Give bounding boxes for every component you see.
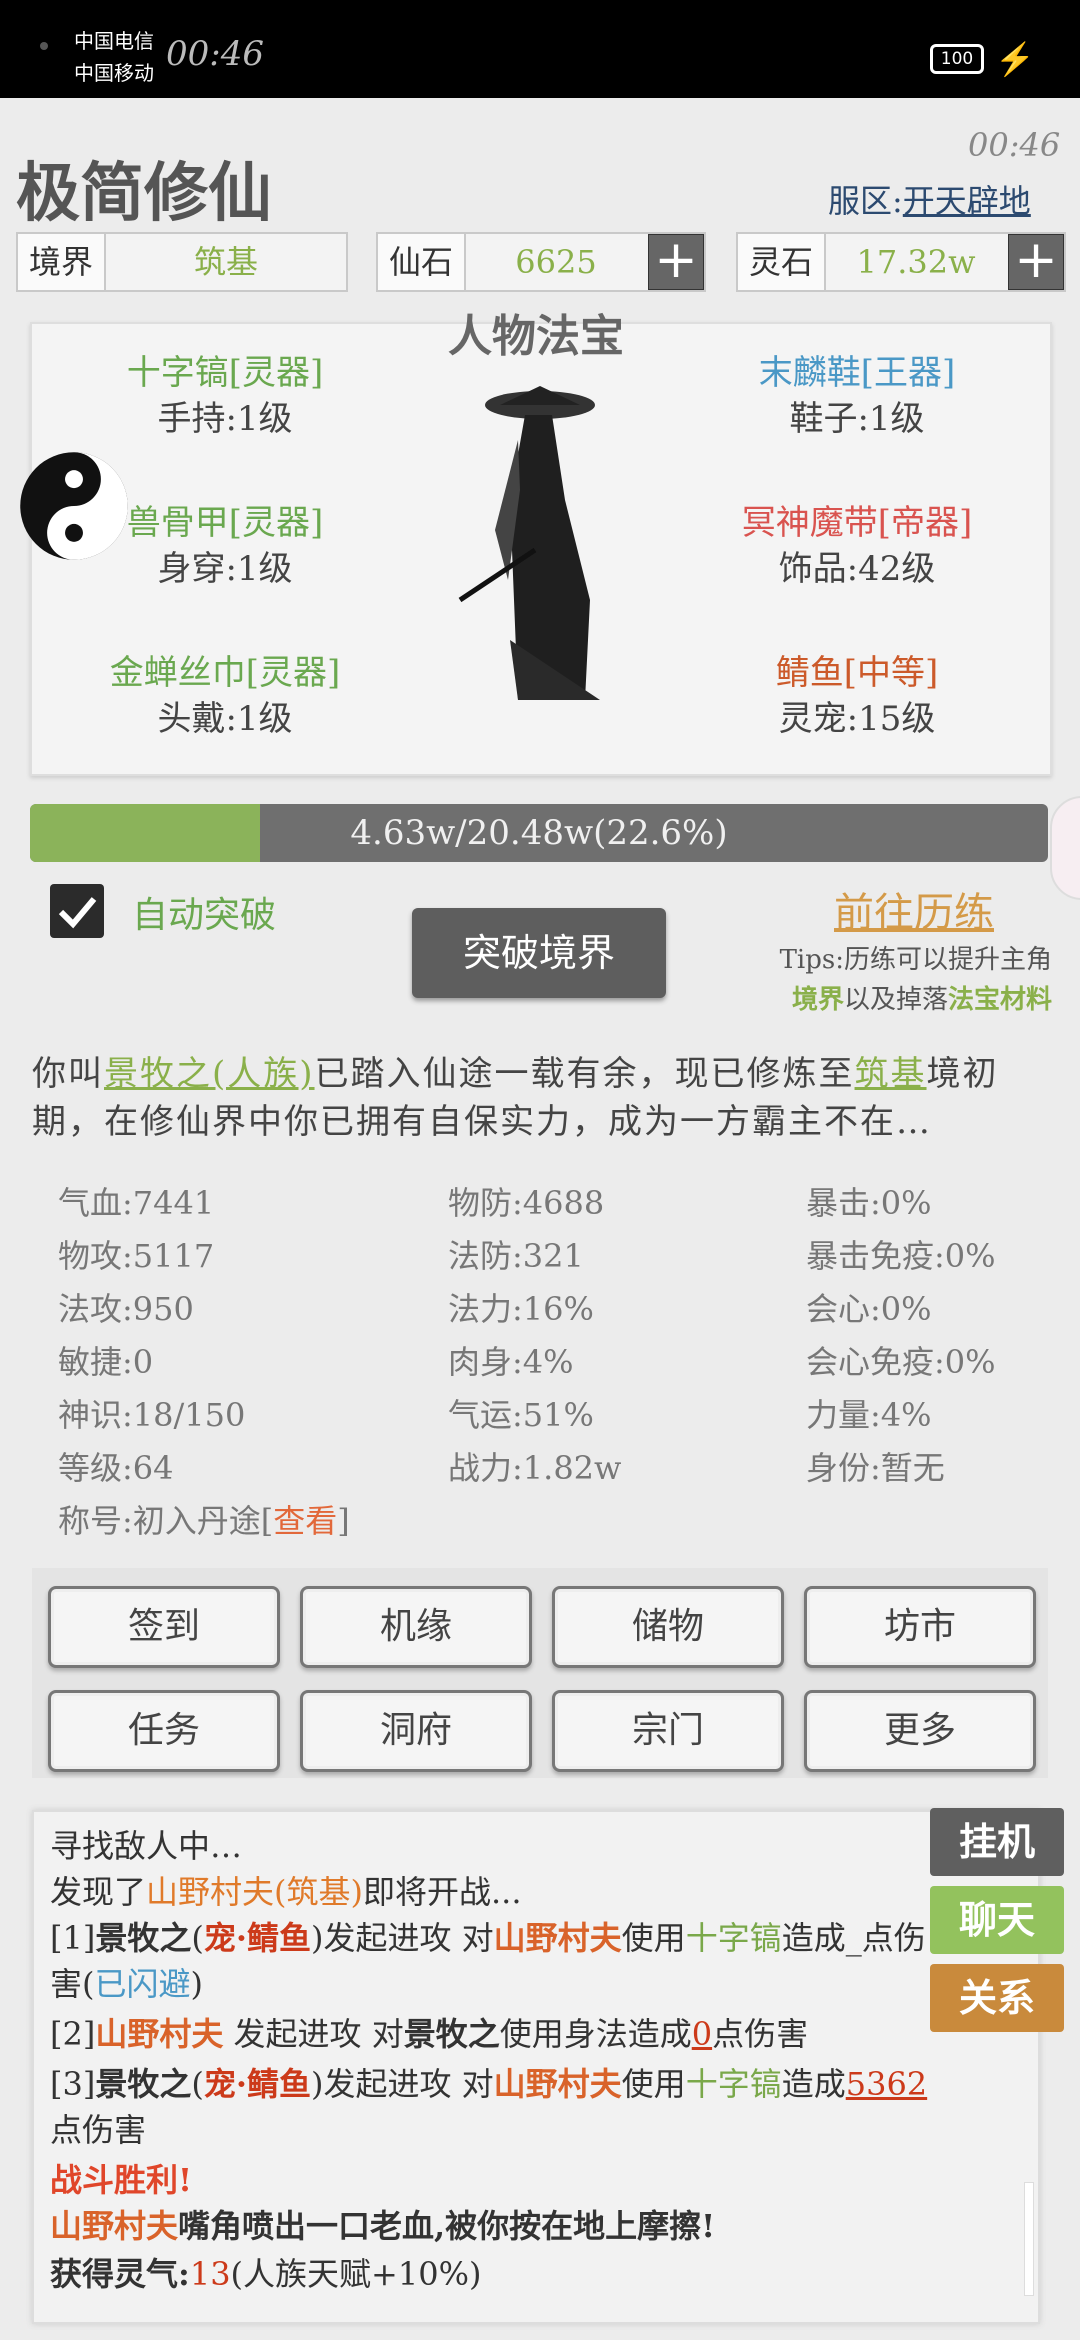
checkin-button[interactable]: 签到 (48, 1586, 280, 1668)
stat-level: 等级:64 (58, 1449, 174, 1487)
battle-log: 寻找敌人中… 发现了山野村夫(筑基)即将开战... [1]景牧之(宠·鲭鱼)发起… (32, 1810, 1040, 2324)
equip-level: 饰品:42级 (778, 549, 936, 589)
add-xianshi-button[interactable]: + (648, 234, 704, 290)
breakthrough-button[interactable]: 突破境界 (412, 908, 666, 998)
camera-dot-icon (40, 42, 48, 50)
log-line: 山野村夫嘴角喷出一口老血,被你按在地上摩擦! (50, 2207, 716, 2245)
stat-strength: 力量:4% (806, 1396, 932, 1434)
equip-name: 鲭鱼[中等] (775, 653, 939, 693)
log-line: 发现了山野村夫(筑基)即将开战... (50, 1873, 522, 1911)
server-label: 服区: (828, 182, 903, 220)
taiji-icon[interactable] (18, 450, 130, 562)
log-line: 点伤害 (50, 2111, 147, 2149)
app-title: 极简修仙 (16, 157, 272, 231)
stat-phys-attack: 物攻:5117 (58, 1237, 215, 1275)
lingshi-label: 灵石 (738, 234, 826, 290)
sect-button[interactable]: 宗门 (552, 1690, 784, 1772)
log-line: [3]景牧之(宠·鲭鱼)发起进攻 对山野村夫使用十字镐造成5362 (50, 2065, 928, 2103)
stat-title: 称号:初入丹途[查看] (58, 1502, 350, 1540)
stat-crit: 暴击:0% (806, 1184, 932, 1222)
progress-text: 4.63w/20.48w(22.6%) (350, 813, 728, 853)
log-line: 战斗胜利! (50, 2161, 193, 2199)
stat-magic-attack: 法攻:950 (58, 1290, 194, 1328)
cultivation-progress-bar: 4.63w/20.48w(22.6%) (30, 804, 1048, 862)
equip-name: 末麟鞋[王器] (758, 353, 956, 393)
log-scrollbar[interactable] (1024, 2182, 1034, 2296)
stat-agility: 敏捷:0 (58, 1343, 154, 1381)
lingshi-box: 灵石 17.32w + (736, 232, 1066, 292)
status-clock: 00:46 (166, 34, 264, 74)
stat-luck: 气运:51% (448, 1396, 594, 1434)
tasks-button[interactable]: 任务 (48, 1690, 280, 1772)
equip-level: 头戴:1级 (157, 699, 293, 739)
stat-crit-immune: 暴击免疫:0% (806, 1237, 996, 1275)
carrier-1: 中国电信 (74, 29, 154, 53)
add-lingshi-button[interactable]: + (1008, 234, 1064, 290)
realm-box: 境界 筑基 (16, 232, 348, 292)
floating-bubble[interactable] (1050, 796, 1080, 900)
stat-heart-immune: 会心免疫:0% (806, 1343, 996, 1381)
chat-button[interactable]: 聊天 (930, 1886, 1064, 1954)
xianshi-value: 6625 (515, 243, 597, 281)
auto-breakthrough-label[interactable]: 自动突破 (132, 886, 276, 938)
stat-phys-defense: 物防:4688 (448, 1184, 605, 1222)
equipment-title: 人物法宝 (448, 311, 624, 362)
equip-name: 十字镐[灵器] (126, 353, 324, 393)
game-time: 00:46 (968, 126, 1061, 164)
auto-breakthrough-checkbox[interactable] (50, 884, 104, 938)
carrier-2: 中国移动 (74, 61, 154, 85)
cave-button[interactable]: 洞府 (300, 1690, 532, 1772)
tips-line-1: Tips:历练可以提升主角 (779, 945, 1052, 975)
realm-link[interactable]: 筑基 (855, 1054, 927, 1094)
stat-power: 战力:1.82w (448, 1449, 622, 1487)
stat-body: 肉身:4% (448, 1343, 574, 1381)
xianshi-box: 仙石 6625 + (376, 232, 706, 292)
tips-line-2: 境界以及掉落法宝材料 (791, 985, 1052, 1015)
view-title-link[interactable]: 查看 (273, 1502, 337, 1540)
lingshi-value: 17.32w (856, 243, 976, 281)
status-bar: 中国电信 中国移动 00:46 100 ⚡ (0, 0, 1080, 98)
log-line: 寻找敌人中… (50, 1827, 243, 1865)
storage-button[interactable]: 储物 (552, 1586, 784, 1668)
xianshi-label: 仙石 (378, 234, 466, 290)
equip-slot-accessory[interactable]: 冥神魔带[帝器] 饰品:42级 (692, 500, 1022, 592)
server-link[interactable]: 服区:开天辟地 (828, 176, 1031, 222)
stat-hp: 气血:7441 (58, 1184, 215, 1222)
battery-icon: 100 (930, 44, 984, 74)
server-name: 开天辟地 (902, 182, 1031, 220)
character-name-link[interactable]: 景牧之(人族) (104, 1054, 315, 1094)
stat-heart: 会心:0% (806, 1290, 932, 1328)
charging-icon: ⚡ (995, 40, 1035, 78)
equip-slot-pet[interactable]: 鲭鱼[中等] 灵宠:15级 (692, 650, 1022, 742)
stat-mana: 法力:16% (448, 1290, 594, 1328)
log-line: [1]景牧之(宠·鲭鱼)发起进攻 对山野村夫使用十字镐造成_点伤 (50, 1919, 926, 1957)
character-figure (458, 386, 600, 700)
character-description: 你叫景牧之(人族)已踏入仙途一载有余，现已修炼至筑基境初期，在修仙界中你已拥有自… (32, 1054, 999, 1142)
market-button[interactable]: 坊市 (804, 1586, 1036, 1668)
equip-slot-hand[interactable]: 十字镐[灵器] 手持:1级 (60, 350, 390, 442)
tips-text: Tips:历练可以提升主角 境界以及掉落法宝材料 (752, 940, 1052, 1020)
realm-label: 境界 (18, 234, 106, 290)
equip-slot-shoes[interactable]: 末麟鞋[王器] 鞋子:1级 (692, 350, 1022, 442)
relation-button[interactable]: 关系 (930, 1964, 1064, 2032)
log-line: 获得灵气:13(人族天赋+10%) (50, 2255, 482, 2293)
realm-value: 筑基 (193, 243, 258, 281)
log-line: 害(已闪避) (50, 1965, 203, 2003)
go-train-link[interactable]: 前往历练 (834, 880, 994, 938)
more-button[interactable]: 更多 (804, 1690, 1036, 1772)
equip-level: 手持:1级 (157, 399, 293, 439)
equip-level: 鞋子:1级 (789, 399, 925, 439)
opportunity-button[interactable]: 机缘 (300, 1586, 532, 1668)
equip-name: 金蝉丝巾[灵器] (109, 653, 341, 693)
stat-magic-defense: 法防:321 (448, 1237, 584, 1275)
idle-button[interactable]: 挂机 (930, 1808, 1064, 1876)
equip-slot-head[interactable]: 金蝉丝巾[灵器] 头戴:1级 (60, 650, 390, 742)
equip-level: 灵宠:15级 (778, 699, 936, 739)
stat-identity: 身份:暂无 (806, 1449, 945, 1487)
checkmark-icon (58, 897, 97, 929)
equip-name: 冥神魔带[帝器] (741, 503, 973, 543)
log-line: [2]山野村夫 发起进攻 对景牧之使用身法造成0点伤害 (50, 2015, 809, 2053)
stat-spirit: 神识:18/150 (58, 1396, 246, 1434)
